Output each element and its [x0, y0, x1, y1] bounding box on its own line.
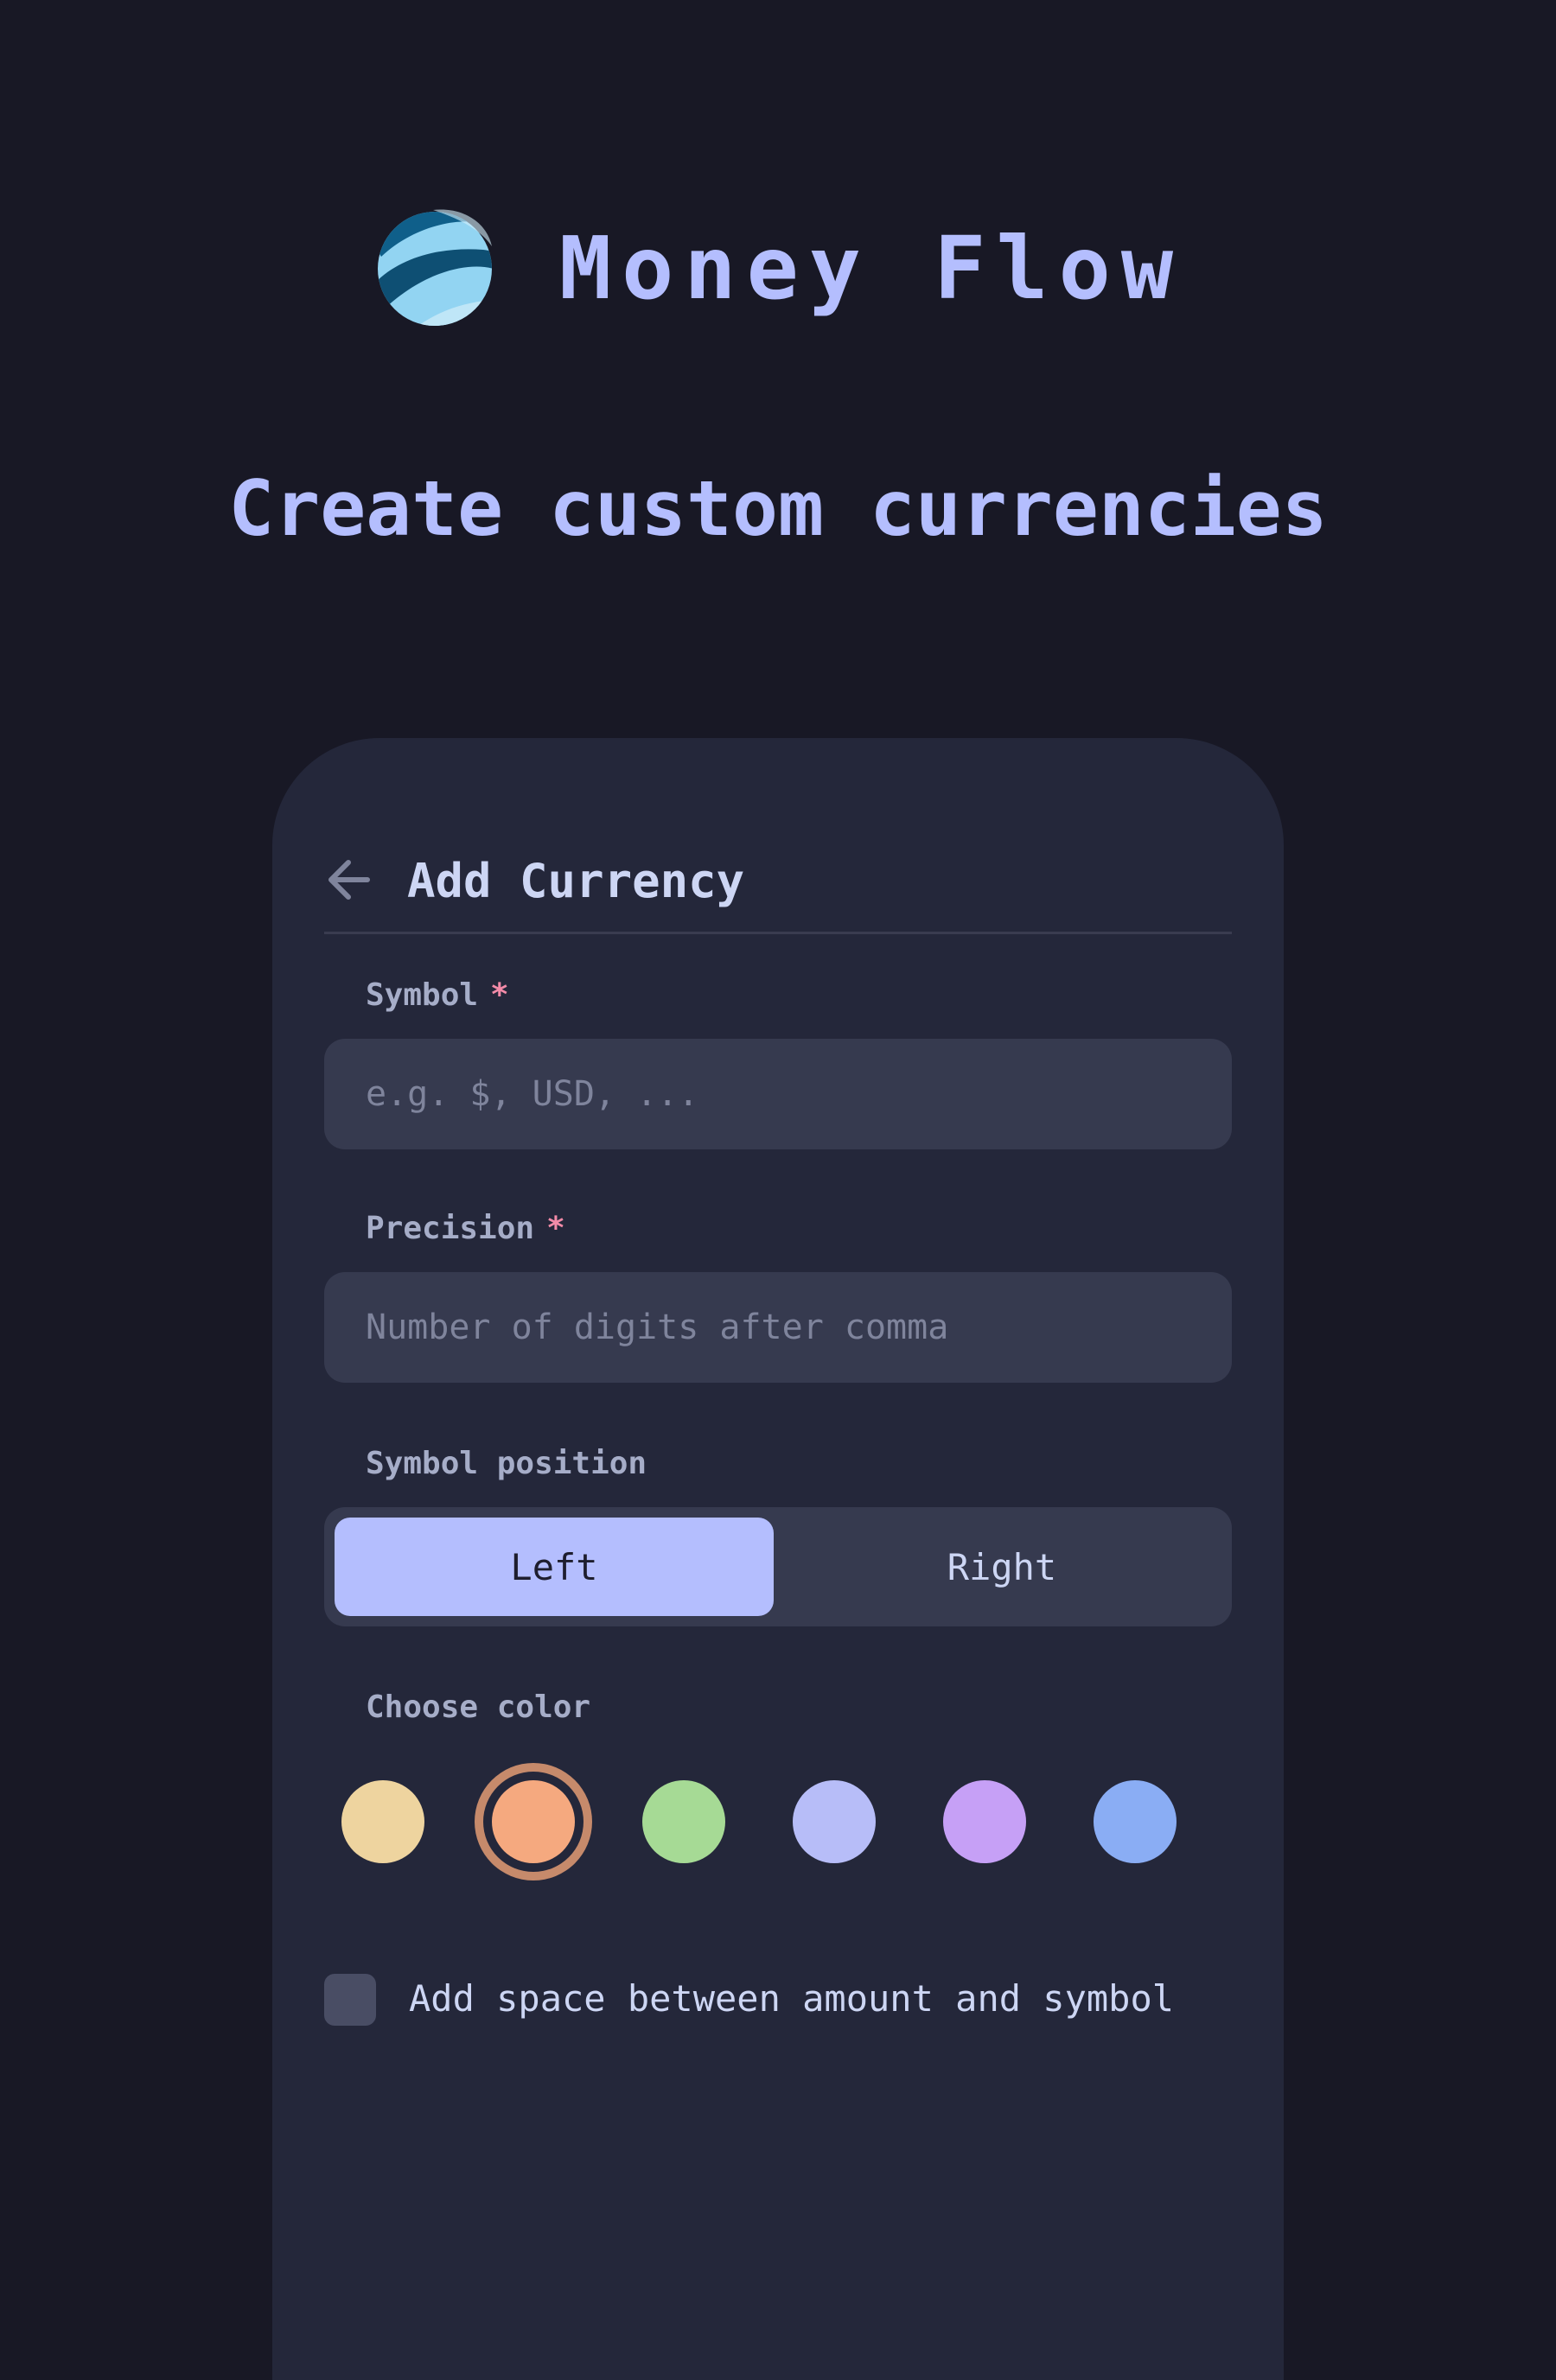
phone-screen: Add Currency Symbol* Precision* Symbol p…	[272, 738, 1284, 2380]
symbol-input[interactable]	[324, 1039, 1232, 1149]
position-right-button[interactable]: Right	[782, 1518, 1221, 1616]
precision-input[interactable]	[324, 1272, 1232, 1383]
required-mark: *	[546, 1211, 565, 1246]
color-swatch-blue[interactable]	[1094, 1780, 1177, 1863]
symbol-position-toggle: Left Right	[324, 1507, 1232, 1626]
page-tagline: Create custom currencies	[228, 464, 1328, 553]
color-swatch-lavender[interactable]	[793, 1780, 876, 1863]
color-swatch-yellow[interactable]	[341, 1780, 424, 1863]
required-mark: *	[490, 977, 509, 1013]
color-swatch-green[interactable]	[642, 1780, 725, 1863]
back-button[interactable]	[324, 856, 373, 904]
precision-label: Precision *	[366, 1211, 565, 1246]
header-divider	[324, 932, 1232, 934]
color-swatch-mauve[interactable]	[943, 1780, 1026, 1863]
choose-color-label: Choose color	[366, 1690, 591, 1725]
app-bar: Add Currency	[324, 842, 1232, 928]
screen-title: Add Currency	[407, 854, 745, 908]
symbol-position-label: Symbol position	[366, 1446, 647, 1481]
space-checkbox-label[interactable]: Add space between amount and symbol	[409, 1976, 1174, 2023]
brand-header: Money Flow	[0, 204, 1556, 334]
money-flow-logo-icon	[377, 209, 492, 326]
symbol-label: Symbol *	[366, 977, 509, 1013]
app-name: Money Flow	[558, 218, 1184, 319]
arrow-left-icon	[328, 860, 370, 900]
color-swatch-peach[interactable]	[492, 1780, 575, 1863]
space-checkbox[interactable]	[324, 1974, 376, 2026]
position-left-button[interactable]: Left	[335, 1518, 774, 1616]
